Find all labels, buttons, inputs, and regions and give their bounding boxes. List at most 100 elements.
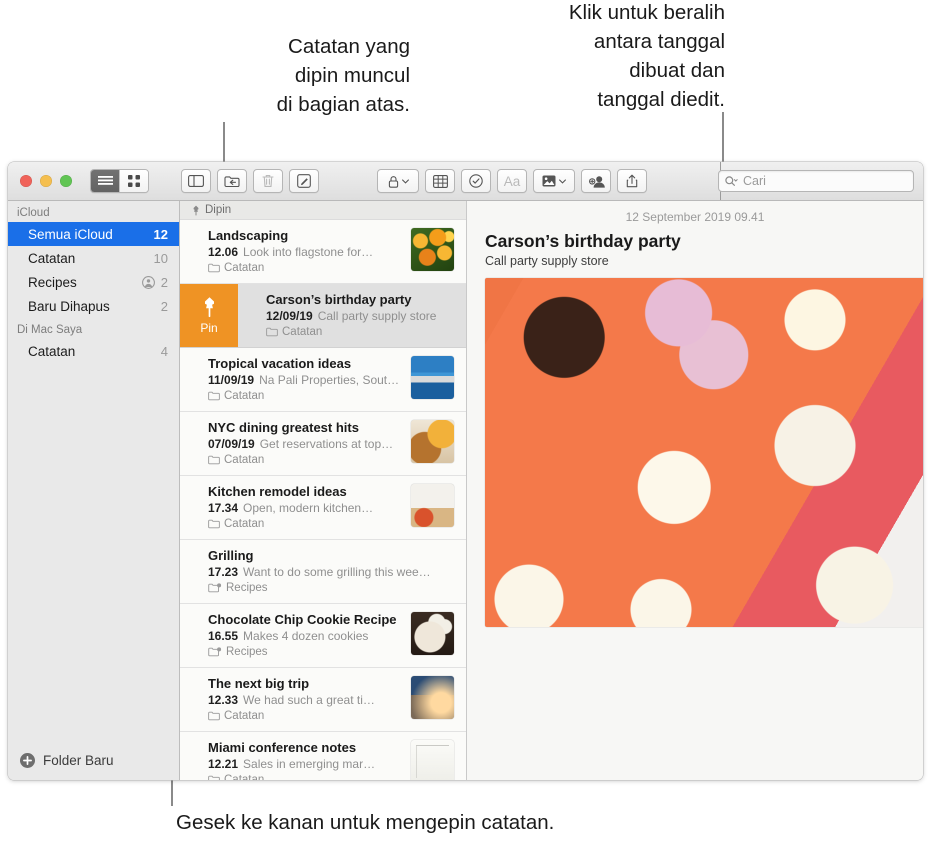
- sidebar-item-label: Semua iCloud: [28, 226, 113, 242]
- delete-note-button[interactable]: [253, 169, 283, 193]
- note-item-folder-row: Catatan: [208, 774, 405, 780]
- note-item-title: Chocolate Chip Cookie Recipe: [208, 612, 397, 627]
- note-item-thumbnail: [411, 484, 454, 527]
- note-item-subtitle: 12.21 Sales in emerging mar…: [208, 757, 405, 771]
- grid-view-button[interactable]: [119, 170, 148, 192]
- sidebar-sections: iCloud Semua iCloud 12 Catatan 10 Recipes 2 Bar…: [8, 201, 179, 363]
- list-view-icon: [97, 175, 113, 185]
- note-item-preview: Get reservations at top…: [259, 437, 394, 451]
- window-traffic-lights: [8, 175, 72, 187]
- search-placeholder: Cari: [743, 174, 766, 188]
- note-item-title: Landscaping: [208, 228, 289, 243]
- shared-folder-icon: [141, 275, 155, 289]
- list-view-button[interactable]: [91, 170, 119, 192]
- note-list-item[interactable]: NYC dining greatest hits 07/09/19 Get rese…: [180, 412, 466, 476]
- folder-icon: [208, 519, 220, 529]
- lock-icon: [388, 175, 398, 188]
- minimize-window-button[interactable]: [40, 175, 52, 187]
- note-detail-pane[interactable]: 12 September 2019 09.41 Carson’s birthda…: [467, 201, 923, 780]
- view-mode-segmented-control[interactable]: [90, 169, 149, 193]
- insert-media-button[interactable]: [533, 169, 575, 193]
- note-item-subtitle: 12.06 Look into flagstone for…: [208, 245, 405, 259]
- note-list-item[interactable]: Landscaping 12.06 Look into flagstone for……: [180, 220, 466, 284]
- note-list-item[interactable]: Pin Carson’s birthday party 12/09/19 Call p…: [180, 284, 466, 348]
- note-list[interactable]: Dipin Landscaping 12.06 Look into flagston…: [180, 201, 467, 780]
- folder-icon: [208, 455, 220, 465]
- note-attached-photo[interactable]: [485, 278, 923, 627]
- search-icon: [725, 175, 738, 186]
- folder-icon: [266, 327, 278, 337]
- sidebar-item-catatan[interactable]: Catatan 10: [8, 246, 179, 270]
- chevron-down-icon[interactable]: [559, 178, 566, 184]
- pin-icon: [204, 297, 214, 318]
- sidebar-section-header: Di Mac Saya: [17, 324, 83, 336]
- note-item-subtitle: 12.33 We had such a great ti…: [208, 693, 405, 707]
- note-item-preview: Na Pali Properties, Sout…: [259, 373, 400, 387]
- sidebar-item-label: Recipes: [28, 274, 77, 290]
- note-item-preview: Sales in emerging mar…: [243, 757, 376, 771]
- note-list-item[interactable]: Grilling 17.23 Want to do some grilling th…: [180, 540, 466, 604]
- search-field[interactable]: Cari: [718, 170, 914, 192]
- shared-folder-icon: [208, 647, 222, 657]
- shared-folder-icon: [208, 647, 222, 657]
- note-item-preview: We had such a great ti…: [243, 693, 375, 707]
- sidebar-item-recipes[interactable]: Recipes 2: [8, 270, 179, 294]
- note-item-preview: Call party supply store: [317, 309, 437, 323]
- sidebar-item-catatan[interactable]: Catatan 4: [8, 339, 179, 363]
- chevron-down-icon[interactable]: [401, 178, 409, 184]
- folder-icon: [208, 455, 220, 465]
- note-item-time: 11/09/19: [208, 373, 255, 387]
- note-item-title-row: Carson’s birthday party: [266, 292, 448, 307]
- format-label: Aa: [503, 173, 521, 189]
- callout-pinned-notes: Catatan yang dipin muncul di bagian atas…: [276, 35, 410, 116]
- note-item-folder-label: Catatan: [224, 710, 265, 722]
- note-item-subtitle: 16.55 Makes 4 dozen cookies: [208, 629, 405, 643]
- note-item-time: 17.34: [208, 501, 239, 515]
- add-people-button[interactable]: [581, 169, 611, 193]
- sidebar: iCloud Semua iCloud 12 Catatan 10 Recipes 2 Bar…: [8, 201, 180, 780]
- checklist-button[interactable]: [461, 169, 491, 193]
- note-item-title: Tropical vacation ideas: [208, 356, 352, 371]
- insert-table-button[interactable]: [425, 169, 455, 193]
- sidebar-item-count: 12: [153, 226, 168, 242]
- note-item-subtitle: 11/09/19 Na Pali Properties, Sout…: [208, 373, 405, 387]
- move-to-folder-button[interactable]: [217, 169, 247, 193]
- note-item-folder-row: Catatan: [208, 262, 405, 274]
- new-folder-button[interactable]: Folder Baru: [8, 740, 179, 780]
- text-format-button[interactable]: Aa: [497, 169, 527, 193]
- note-list-item[interactable]: Chocolate Chip Cookie Recipe 16.55 Makes 4…: [180, 604, 466, 668]
- share-button[interactable]: [617, 169, 647, 193]
- note-item-folder-label: Catatan: [282, 326, 323, 338]
- note-item-thumbnail: [411, 676, 454, 719]
- note-item-title-row: Kitchen remodel ideas: [208, 484, 405, 499]
- lock-note-button[interactable]: [377, 169, 419, 193]
- note-list-item[interactable]: Kitchen remodel ideas 17.34 Open, modern k…: [180, 476, 466, 540]
- sidebar-toggle-button[interactable]: [181, 169, 211, 193]
- note-item-folder-row: Catatan: [208, 390, 405, 402]
- note-item-content: Miami conference notes 12.21 Sales in emer…: [208, 740, 411, 780]
- pin-swipe-action[interactable]: Pin: [180, 284, 238, 347]
- note-list-item[interactable]: Tropical vacation ideas 11/09/19 Na Pali P…: [180, 348, 466, 412]
- note-date[interactable]: 12 September 2019 09.41: [485, 201, 905, 224]
- callout-swipe-to-pin: Gesek ke kanan untuk mengepin catatan.: [176, 811, 555, 834]
- sidebar-item-label: Catatan: [28, 343, 76, 359]
- note-list-item[interactable]: Miami conference notes 12.21 Sales in emer…: [180, 732, 466, 780]
- pinned-section-label: Dipin: [205, 204, 232, 216]
- compose-note-button[interactable]: [289, 169, 319, 193]
- note-item-title: Carson’s birthday party: [266, 292, 412, 307]
- close-window-button[interactable]: [20, 175, 32, 187]
- note-item-folder-row: Catatan: [208, 454, 405, 466]
- media-icon: [542, 175, 556, 187]
- note-item-folder-row: Catatan: [208, 710, 405, 722]
- note-item-title-row: Tropical vacation ideas: [208, 356, 405, 371]
- pin-action-label: Pin: [200, 321, 218, 335]
- note-list-item[interactable]: The next big trip 12.33 We had such a grea…: [180, 668, 466, 732]
- zoom-window-button[interactable]: [60, 175, 72, 187]
- folder-icon: [208, 519, 220, 529]
- sidebar-item-baru-dihapus[interactable]: Baru Dihapus 2: [8, 294, 179, 318]
- sidebar-item-semua-icloud[interactable]: Semua iCloud 12: [8, 222, 179, 246]
- note-item-title-row: NYC dining greatest hits: [208, 420, 405, 435]
- folder-icon: [208, 711, 220, 721]
- note-item-subtitle: 17.34 Open, modern kitchen…: [208, 501, 405, 515]
